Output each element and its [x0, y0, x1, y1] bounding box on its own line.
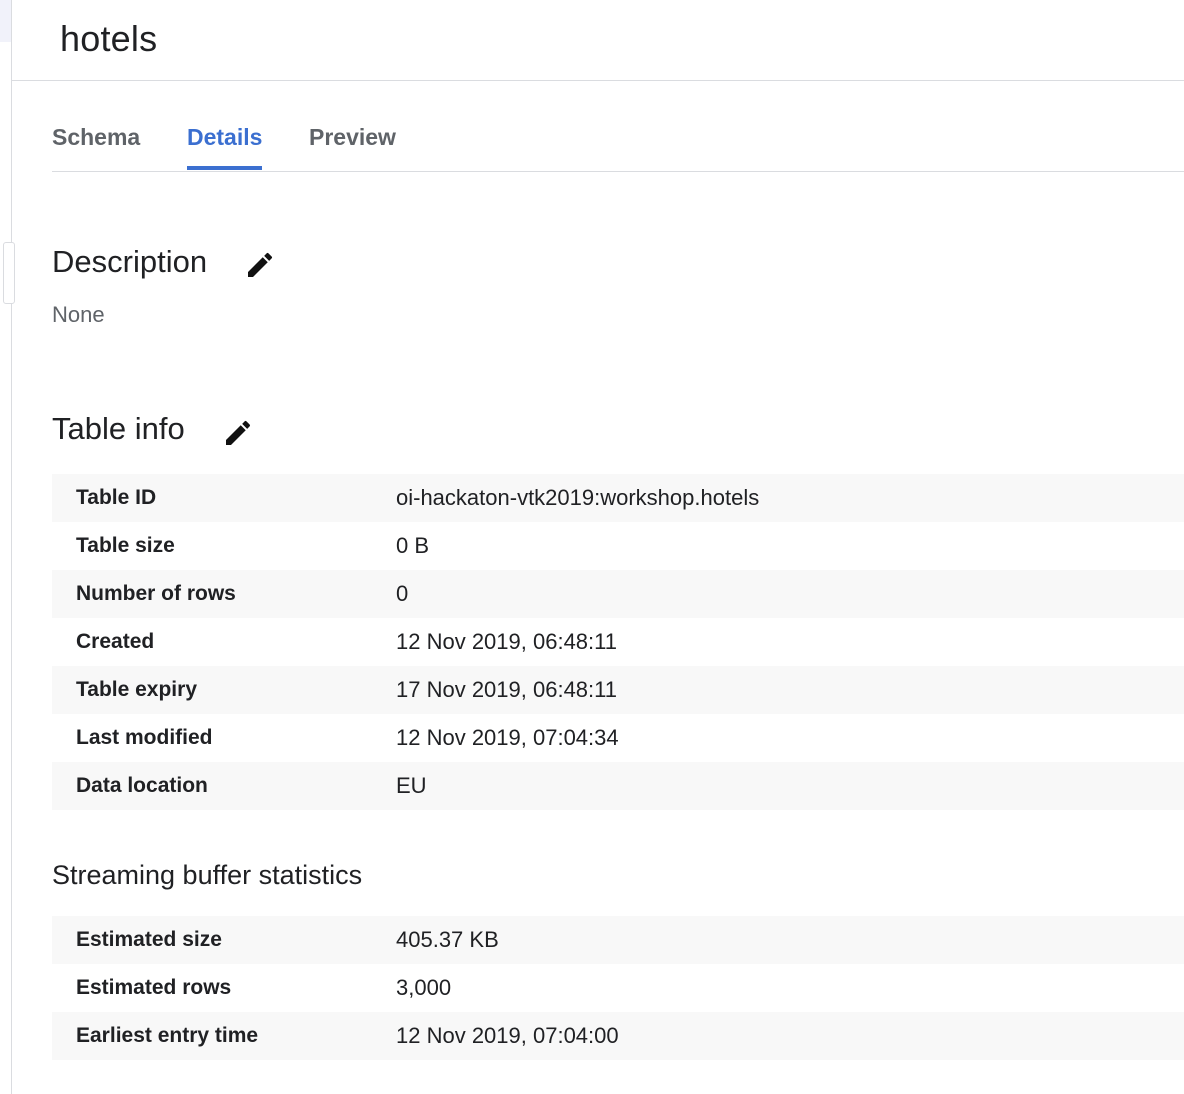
row-value: 12 Nov 2019, 06:48:11	[396, 629, 617, 654]
row-key: Data location	[76, 774, 208, 797]
row-key: Table ID	[76, 486, 157, 509]
row-key: Last modified	[76, 726, 213, 749]
row-key: Table size	[76, 534, 175, 557]
table-row: Created 12 Nov 2019, 06:48:11	[52, 618, 1184, 666]
row-key: Table expiry	[76, 678, 197, 701]
title-bar: hotels	[12, 0, 1184, 81]
row-value: 405.37 KB	[396, 927, 499, 952]
table-row: Estimated rows 3,000	[52, 964, 1184, 1012]
left-panel-edge	[0, 0, 15, 1094]
table-row: Estimated size 405.37 KB	[52, 916, 1184, 964]
tab-preview-label: Preview	[309, 124, 396, 150]
table-info-heading: Table info	[52, 411, 185, 446]
left-panel-highlight	[0, 0, 11, 42]
row-key: Created	[76, 630, 155, 653]
streaming-buffer-heading: Streaming buffer statistics	[52, 860, 363, 890]
row-value: 0	[396, 581, 409, 606]
pencil-icon	[248, 252, 273, 277]
table-row: Table ID oi-hackaton-vtk2019:workshop.ho…	[52, 474, 1184, 522]
row-key: Estimated rows	[76, 976, 232, 999]
tab-preview[interactable]: Preview	[309, 104, 396, 170]
table-row: Number of rows 0	[52, 570, 1184, 618]
description-heading: Description	[52, 244, 208, 279]
tab-bar: Schema Details Preview	[52, 104, 1184, 172]
edit-table-info-button[interactable]	[222, 417, 254, 449]
streaming-buffer-table: Estimated size 405.37 KB Estimated rows …	[52, 916, 1184, 1060]
page-title: hotels	[60, 18, 158, 59]
edit-description-button[interactable]	[244, 249, 276, 281]
table-row: Last modified 12 Nov 2019, 07:04:34	[52, 714, 1184, 762]
table-row: Table size 0 B	[52, 522, 1184, 570]
pencil-icon	[226, 420, 251, 445]
row-key: Estimated size	[76, 928, 222, 951]
tab-details-label: Details	[187, 124, 263, 150]
table-row: Table expiry 17 Nov 2019, 06:48:11	[52, 666, 1184, 714]
row-value: 3,000	[396, 975, 452, 1000]
description-value: None	[52, 302, 105, 327]
tab-schema[interactable]: Schema	[52, 104, 140, 170]
tab-schema-label: Schema	[52, 124, 141, 150]
row-value: 0 B	[396, 533, 430, 558]
table-row: Data location EU	[52, 762, 1184, 810]
row-value: 12 Nov 2019, 07:04:34	[396, 725, 619, 750]
row-value: 17 Nov 2019, 06:48:11	[396, 677, 617, 702]
row-value: 12 Nov 2019, 07:04:00	[396, 1023, 619, 1048]
table-row: Earliest entry time 12 Nov 2019, 07:04:0…	[52, 1012, 1184, 1060]
table-info-table: Table ID oi-hackaton-vtk2019:workshop.ho…	[52, 474, 1184, 810]
row-value: EU	[396, 773, 427, 798]
table-details-panel: hotels Schema Details Preview Descriptio…	[12, 0, 1184, 1094]
row-value: oi-hackaton-vtk2019:workshop.hotels	[396, 485, 760, 510]
tab-details[interactable]: Details	[187, 104, 263, 170]
row-key: Number of rows	[76, 582, 236, 605]
row-key: Earliest entry time	[76, 1024, 259, 1047]
